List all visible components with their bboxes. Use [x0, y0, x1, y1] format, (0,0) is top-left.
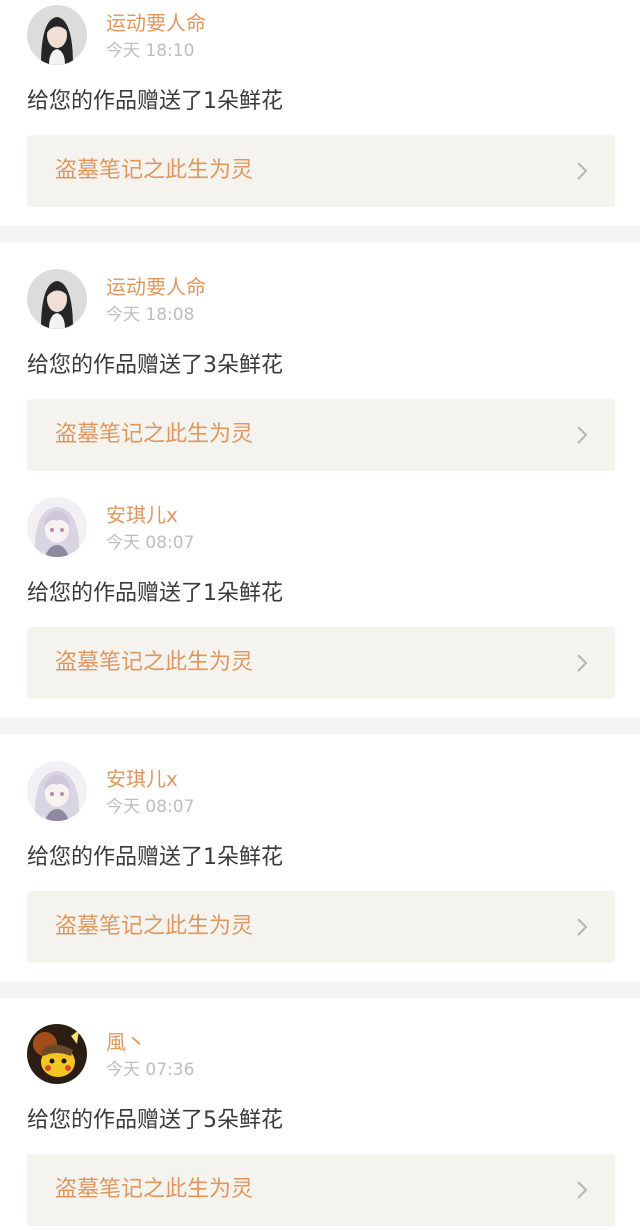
gift-message: 给您的作品赠送了3朵鲜花 — [27, 353, 283, 378]
chevron-right-icon — [575, 652, 589, 674]
username[interactable]: 安琪儿x — [106, 765, 178, 793]
work-card[interactable]: 盗墓笔记之此生为灵 — [27, 399, 615, 471]
portrait-woman-icon — [27, 5, 87, 65]
gift-message: 给您的作品赠送了1朵鲜花 — [27, 89, 283, 114]
work-title: 盗墓笔记之此生为灵 — [55, 1177, 254, 1202]
avatar[interactable] — [27, 761, 87, 821]
username[interactable]: 运动要人命 — [106, 273, 206, 301]
anime-girl-icon — [27, 761, 87, 821]
username[interactable]: 运动要人命 — [106, 9, 206, 37]
timestamp: 今天 18:08 — [106, 305, 195, 325]
gift-message: 给您的作品赠送了1朵鲜花 — [27, 581, 283, 606]
anime-girl-icon — [27, 497, 87, 557]
username[interactable]: 安琪儿x — [106, 501, 178, 529]
work-card[interactable]: 盗墓笔记之此生为灵 — [27, 135, 615, 207]
work-title: 盗墓笔记之此生为灵 — [55, 158, 254, 183]
chevron-right-icon — [575, 916, 589, 938]
gift-message: 给您的作品赠送了1朵鲜花 — [27, 845, 283, 870]
work-card[interactable]: 盗墓笔记之此生为灵 — [27, 891, 615, 963]
work-title: 盗墓笔记之此生为灵 — [55, 650, 254, 675]
avatar[interactable] — [27, 269, 87, 329]
timestamp: 今天 08:07 — [106, 533, 195, 553]
avatar[interactable] — [27, 497, 87, 557]
work-card[interactable]: 盗墓笔记之此生为灵 — [27, 627, 615, 699]
avatar[interactable] — [27, 5, 87, 65]
separator — [0, 718, 640, 734]
timestamp: 今天 07:36 — [106, 1060, 195, 1080]
avatar[interactable] — [27, 1024, 87, 1084]
work-card[interactable]: 盗墓笔记之此生为灵 — [27, 1154, 615, 1226]
timestamp: 今天 18:10 — [106, 41, 195, 61]
portrait-woman-icon — [27, 269, 87, 329]
username[interactable]: 風丶 — [106, 1028, 146, 1056]
pikachu-detective-icon — [27, 1024, 87, 1084]
work-title: 盗墓笔记之此生为灵 — [55, 914, 254, 939]
chevron-right-icon — [575, 424, 589, 446]
gift-message: 给您的作品赠送了5朵鲜花 — [27, 1108, 283, 1133]
timestamp: 今天 08:07 — [106, 797, 195, 817]
work-title: 盗墓笔记之此生为灵 — [55, 422, 254, 447]
separator — [0, 982, 640, 998]
chevron-right-icon — [575, 160, 589, 182]
chevron-right-icon — [575, 1179, 589, 1201]
separator — [0, 226, 640, 242]
